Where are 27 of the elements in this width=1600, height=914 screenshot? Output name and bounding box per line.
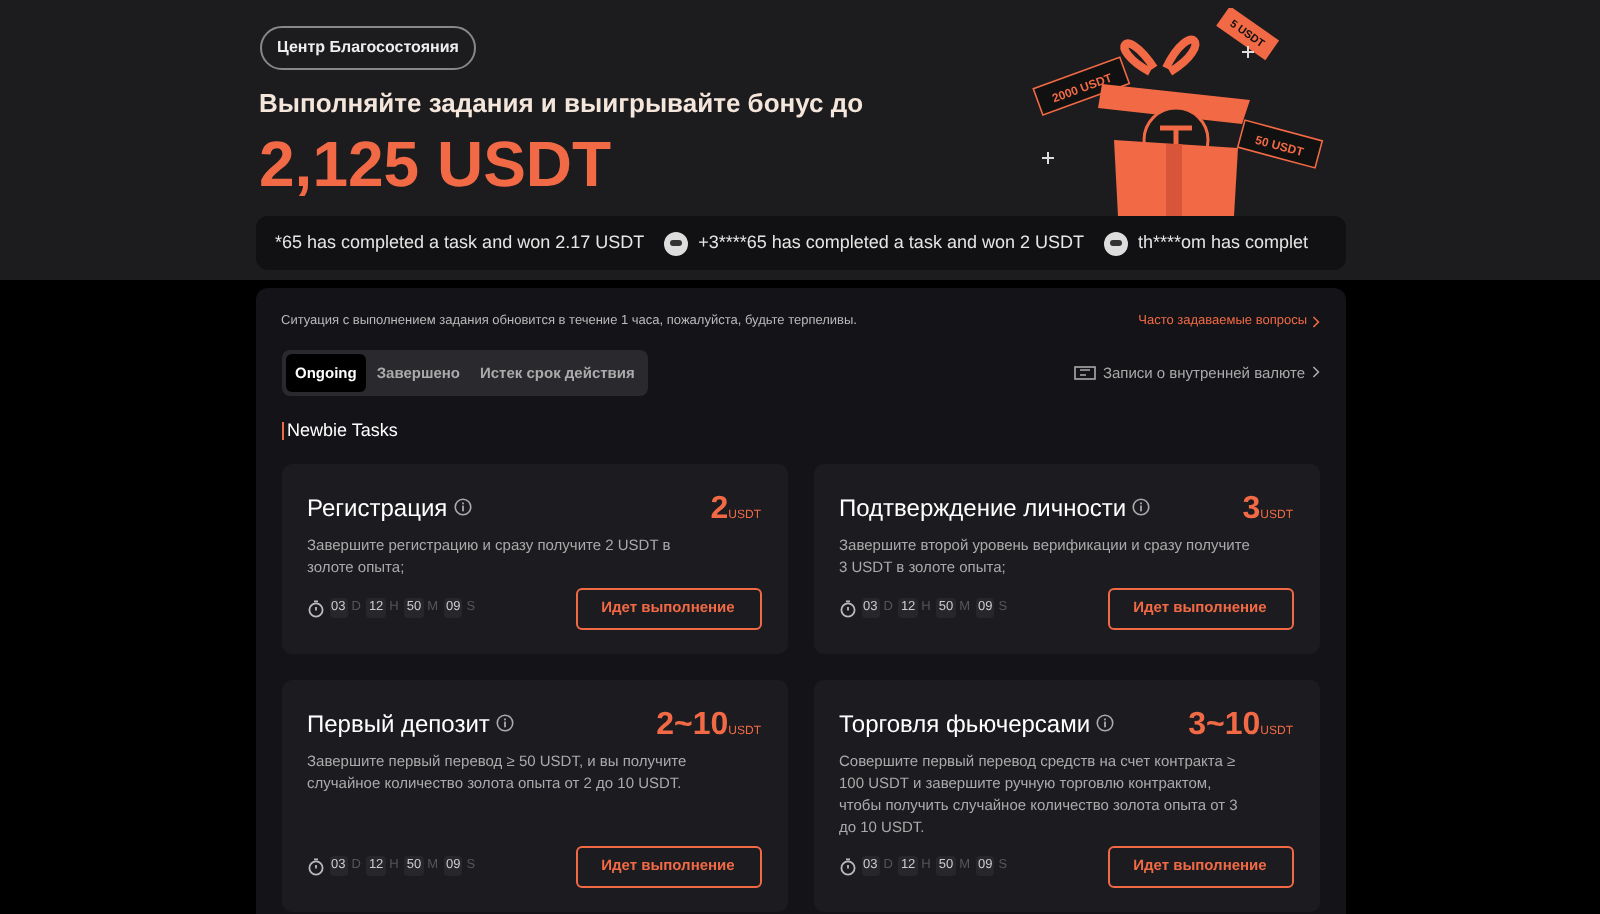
timer-icon xyxy=(839,599,855,617)
reward-amount: 3 xyxy=(1242,493,1261,525)
task-title: Регистрация xyxy=(307,491,448,525)
bonus-amount: 2,125 USDT xyxy=(259,125,614,203)
chevron-icon xyxy=(1311,366,1319,379)
ticker-message: th****om has complet xyxy=(1137,229,1309,256)
info-icon xyxy=(495,714,514,732)
info-icon xyxy=(453,498,472,516)
ticker-message: *65 has completed a task and won 2.17 USDT xyxy=(275,229,645,256)
page-badge: Центр Благосостояния xyxy=(259,26,477,70)
ticker-message: +3****65 has completed a task and won 2 USDT xyxy=(698,229,1084,256)
timer-icon xyxy=(839,857,855,875)
task-title: Первый депозит xyxy=(307,707,490,741)
section-title: Newbie Tasks xyxy=(287,418,398,444)
reward-amount: 2~10 xyxy=(656,709,729,741)
ticket-icon xyxy=(1074,365,1097,380)
timer-icon xyxy=(307,599,323,617)
reward-amount: 2 xyxy=(710,493,729,525)
task-title: Подтверждение личности xyxy=(839,491,1127,525)
task-title: Торговля фьючерсами xyxy=(839,707,1091,741)
hero-headline: Выполняйте задания и выигрывайте бонус до xyxy=(259,86,866,122)
chevron-icon xyxy=(1311,315,1319,328)
reward-amount: 3~10 xyxy=(1188,709,1261,741)
info-icon xyxy=(1096,714,1115,732)
info-icon xyxy=(1132,498,1151,516)
section-marker xyxy=(281,422,283,441)
timer-icon xyxy=(307,857,323,875)
